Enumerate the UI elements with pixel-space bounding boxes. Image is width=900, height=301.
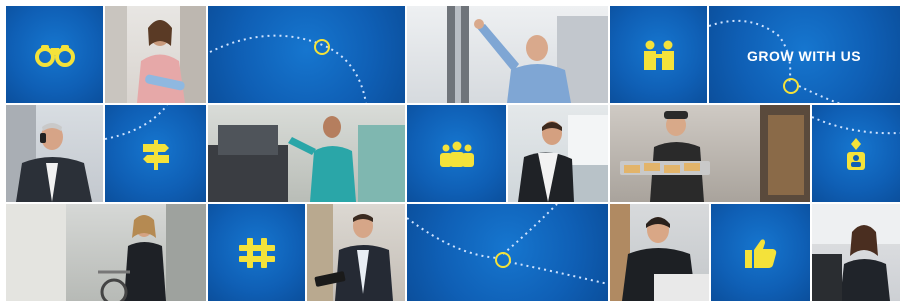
dotted-path-icon — [407, 204, 608, 285]
person-pin-icon — [845, 137, 867, 170]
photo-woman-with-bicycle — [6, 204, 206, 301]
group-icon — [438, 141, 476, 167]
photo-baker-with-pastries — [610, 105, 810, 202]
tile-two-people — [610, 6, 707, 103]
tile-dotted-path-1 — [208, 6, 405, 103]
tile-grow-with-us: GROW WITH US — [709, 6, 900, 103]
two-people-icon — [641, 40, 677, 70]
tile-signpost — [105, 105, 206, 202]
tile-person-pin — [812, 105, 900, 202]
dotted-path-icon — [209, 34, 367, 103]
photo-man-at-laptop — [610, 204, 709, 301]
binoculars-icon — [34, 43, 75, 67]
thumbs-up-icon — [744, 238, 777, 268]
tile-hashtag — [208, 204, 305, 301]
photo-woman-at-desk — [812, 204, 900, 301]
photo-man-with-tablet — [307, 204, 405, 301]
photo-man-at-shelf — [407, 6, 608, 103]
tile-group — [407, 105, 506, 202]
photo-man-on-phone — [6, 105, 103, 202]
tile-binoculars — [6, 6, 103, 103]
tile-thumbs-up — [711, 204, 810, 301]
tile-dotted-path-2 — [407, 204, 608, 301]
photo-woman-holding-paper — [105, 6, 206, 103]
photo-man-at-counter — [508, 105, 608, 202]
headline-text: GROW WITH US — [747, 48, 862, 64]
photo-woman-with-cart — [208, 105, 405, 202]
signpost-icon — [141, 138, 171, 170]
hashtag-icon — [238, 237, 275, 268]
